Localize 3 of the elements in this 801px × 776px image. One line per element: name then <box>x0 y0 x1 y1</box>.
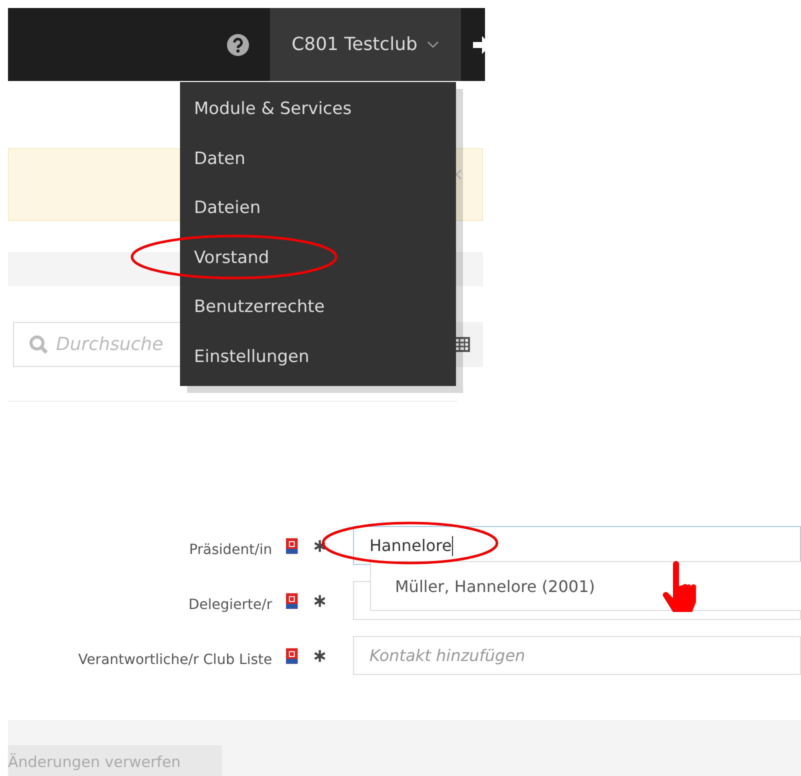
field-label: Delegierte/r <box>188 596 272 612</box>
field-label: Verantwortliche/r Club Liste <box>77 650 272 668</box>
field-label: Präsident/in <box>188 540 272 558</box>
